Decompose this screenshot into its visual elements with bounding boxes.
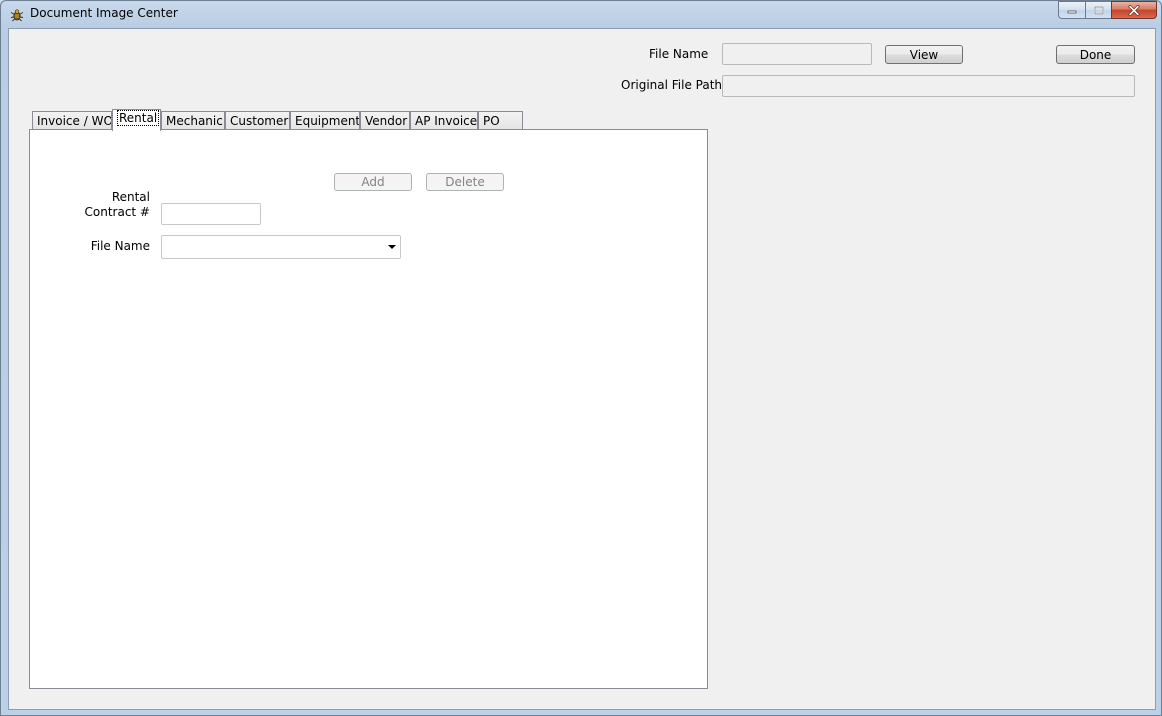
done-button[interactable]: Done [1056, 45, 1135, 64]
tab-customer[interactable]: Customer [225, 111, 290, 130]
window-controls [1058, 1, 1157, 19]
bug-icon [10, 8, 24, 22]
minimize-button[interactable] [1058, 1, 1085, 19]
tab-vendor[interactable]: Vendor [360, 111, 410, 130]
minimize-icon [1067, 10, 1077, 14]
rental-contract-label-line1: Rental [111, 190, 150, 204]
client-area: File Name View Done Original File Path I… [8, 28, 1156, 710]
tab-invoice-wo[interactable]: Invoice / WO [32, 111, 112, 130]
rental-tab-panel: Add Delete Rental Contract # File Name [29, 129, 708, 689]
add-button[interactable]: Add [334, 173, 412, 191]
tab-mechanic[interactable]: Mechanic [161, 111, 225, 130]
tab-label: Vendor [365, 114, 408, 128]
view-button[interactable]: View [885, 45, 963, 64]
app-window: Document Image Center File Name View Don… [0, 0, 1162, 716]
file-name-select[interactable] [161, 235, 401, 259]
tab-equipment[interactable]: Equipment [290, 111, 360, 130]
tab-label: Equipment [295, 114, 360, 128]
tab-label: AP Invoice [415, 114, 478, 128]
file-name-field[interactable] [722, 43, 872, 65]
tab-ap-invoice[interactable]: AP Invoice [410, 111, 478, 130]
original-file-path-label: Original File Path [621, 78, 723, 92]
close-button[interactable] [1111, 1, 1157, 19]
tab-label: PO [483, 114, 500, 128]
tab-label: Rental [117, 110, 160, 126]
window-title: Document Image Center [30, 6, 178, 20]
close-icon [1128, 4, 1140, 16]
file-name-select-label: File Name [90, 239, 150, 253]
delete-button[interactable]: Delete [426, 173, 504, 191]
tab-rental[interactable]: Rental [112, 109, 161, 131]
maximize-button[interactable] [1085, 1, 1111, 19]
original-file-path-field[interactable] [722, 75, 1135, 97]
title-bar[interactable]: Document Image Center [1, 1, 1161, 28]
chevron-down-icon[interactable] [388, 245, 396, 249]
tab-po[interactable]: PO [478, 111, 523, 130]
rental-contract-label-line2: Contract # [84, 205, 151, 219]
tab-label: Mechanic [166, 114, 223, 128]
tab-label: Invoice / WO [37, 114, 112, 128]
maximize-icon [1093, 5, 1104, 15]
rental-contract-input[interactable] [161, 203, 261, 225]
tab-label: Customer [230, 114, 289, 128]
file-name-label: File Name [649, 47, 709, 61]
